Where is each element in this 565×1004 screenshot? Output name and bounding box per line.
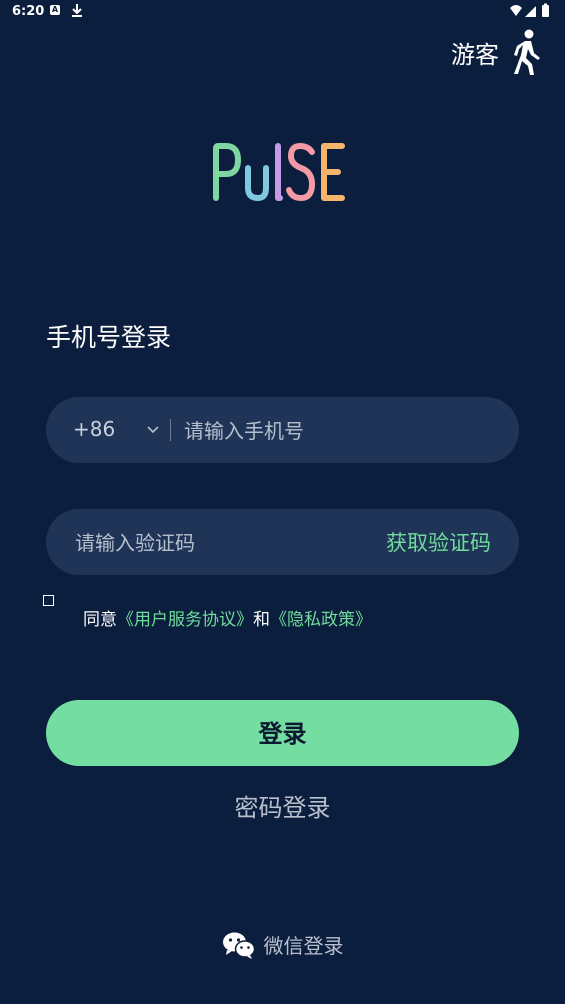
- agreement-prefix: 同意: [83, 610, 117, 630]
- signal-icon: [525, 6, 536, 17]
- status-time: 6:20: [12, 4, 45, 19]
- agreement-and: 和: [253, 610, 270, 630]
- wechat-login-label: 微信登录: [263, 934, 344, 958]
- field-divider: [170, 419, 171, 441]
- status-icons: [510, 3, 549, 17]
- phone-field: +86: [46, 397, 519, 465]
- user-agreement-link[interactable]: 《用户服务协议》: [117, 610, 253, 630]
- chevron-down-icon[interactable]: [146, 422, 160, 436]
- phone-input[interactable]: [182, 397, 506, 465]
- battery-icon: [542, 5, 549, 17]
- notification-a-icon: A: [50, 5, 60, 15]
- wifi-icon: [510, 5, 522, 16]
- get-code-button[interactable]: 获取验证码: [386, 509, 491, 575]
- code-field: 获取验证码: [46, 509, 519, 577]
- wechat-login-button[interactable]: 微信登录: [0, 930, 565, 959]
- login-button[interactable]: 登录: [46, 700, 519, 766]
- password-login-link[interactable]: 密码登录: [0, 788, 565, 823]
- download-icon: [72, 4, 82, 17]
- status-bar: 6:20 A: [0, 0, 565, 24]
- agreement-text: 同意《用户服务协议》和《隐私政策》: [83, 605, 372, 630]
- wechat-icon: [222, 932, 255, 959]
- guest-button[interactable]: 游客: [451, 28, 543, 76]
- privacy-policy-link[interactable]: 《隐私政策》: [270, 610, 372, 630]
- guest-label: 游客: [451, 40, 499, 69]
- country-code-select[interactable]: +86: [73, 397, 115, 463]
- walking-person-icon: [514, 29, 540, 75]
- verification-code-input[interactable]: [73, 509, 377, 577]
- login-screen: 6:20 A 游客 手机号登录 +86 请输入手机号 请输入验证码 获取验证码 …: [0, 0, 565, 1004]
- page-title: 手机号登录: [46, 323, 172, 352]
- agreement-checkbox[interactable]: [43, 595, 54, 606]
- pulse-logo: [0, 136, 565, 210]
